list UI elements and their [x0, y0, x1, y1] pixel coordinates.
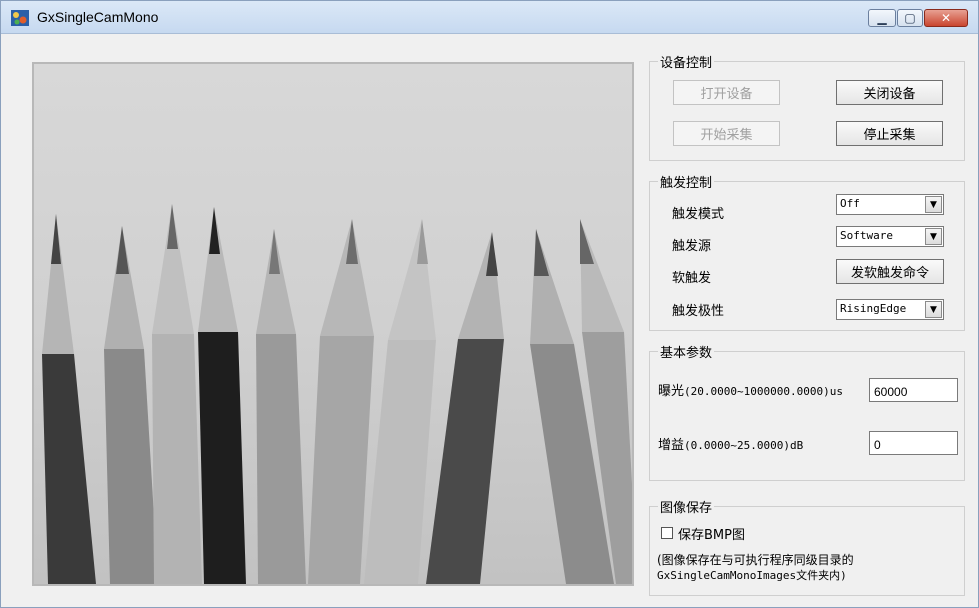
- trigger-mode-select[interactable]: Off ▼: [836, 194, 944, 215]
- gain-label-cn: 增益: [658, 438, 685, 453]
- exposure-input[interactable]: [870, 379, 957, 401]
- trigger-polarity-select[interactable]: RisingEdge ▼: [836, 299, 944, 320]
- device-control-legend: 设备控制: [658, 52, 715, 71]
- trigger-source-value: Software: [840, 229, 893, 242]
- basic-params-group: 基本参数 曝光(20.0000~1000000.0000)us 增益(0.000…: [649, 342, 965, 481]
- soft-trigger-label: 软触发: [672, 271, 712, 286]
- save-bmp-text: 保存BMP图: [678, 528, 745, 543]
- gain-input[interactable]: [870, 432, 957, 454]
- camera-image: [34, 64, 632, 584]
- gain-range: (0.0000~25.0000)dB: [684, 439, 804, 452]
- maximize-icon: ▢: [904, 11, 916, 25]
- basic-params-legend: 基本参数: [658, 342, 715, 361]
- gain-label: 增益(0.0000~25.0000)dB: [658, 434, 803, 453]
- save-bmp-label[interactable]: 保存BMP图: [678, 524, 745, 543]
- maximize-button[interactable]: ▢: [897, 9, 923, 27]
- trigger-control-group: 触发控制 触发模式 Off ▼ 触发源 Software ▼ 软触发 发软触发命…: [649, 172, 965, 331]
- chevron-down-icon[interactable]: ▼: [925, 196, 942, 213]
- trigger-polarity-label: 触发极性: [672, 304, 725, 319]
- close-device-button[interactable]: 关闭设备: [836, 80, 943, 105]
- chevron-down-icon[interactable]: ▼: [925, 301, 942, 318]
- stop-capture-button[interactable]: 停止采集: [836, 121, 943, 146]
- window-title: GxSingleCamMono: [37, 9, 159, 25]
- save-bmp-checkbox[interactable]: [661, 527, 673, 539]
- image-save-group: 图像保存 保存BMP图 (图像保存在与可执行程序同级目录的 GxSingleCa…: [649, 497, 965, 596]
- exposure-input-box[interactable]: [869, 378, 958, 402]
- save-note-line2: GxSingleCamMonoImages文件夹内): [657, 569, 847, 582]
- app-window: GxSingleCamMono ▁ ▢ ✕ 设备控制 打开设备 关闭设备 开始采…: [0, 0, 979, 608]
- exposure-label: 曝光(20.0000~1000000.0000)us: [658, 380, 843, 399]
- gain-input-box[interactable]: [869, 431, 958, 455]
- exposure-range: (20.0000~1000000.0000)us: [684, 385, 843, 398]
- exposure-label-cn: 曝光: [658, 384, 685, 399]
- trigger-mode-label: 触发模式: [672, 207, 725, 222]
- trigger-source-select[interactable]: Software ▼: [836, 226, 944, 247]
- save-note-line1: (图像保存在与可执行程序同级目录的: [657, 553, 854, 567]
- trigger-control-legend: 触发控制: [658, 172, 715, 191]
- trigger-mode-value: Off: [840, 197, 860, 210]
- title-bar[interactable]: GxSingleCamMono ▁ ▢ ✕: [1, 1, 978, 34]
- start-capture-button[interactable]: 开始采集: [673, 121, 780, 146]
- minimize-icon: ▁: [877, 11, 887, 25]
- camera-preview: [32, 62, 634, 586]
- send-soft-trigger-button[interactable]: 发软触发命令: [836, 259, 944, 284]
- open-device-button[interactable]: 打开设备: [673, 80, 780, 105]
- trigger-polarity-value: RisingEdge: [840, 302, 907, 315]
- close-window-button[interactable]: ✕: [924, 9, 968, 27]
- trigger-source-label: 触发源: [672, 239, 712, 254]
- image-save-legend: 图像保存: [658, 497, 715, 516]
- minimize-button[interactable]: ▁: [868, 9, 896, 27]
- device-control-group: 设备控制 打开设备 关闭设备 开始采集 停止采集: [649, 52, 965, 161]
- chevron-down-icon[interactable]: ▼: [925, 228, 942, 245]
- close-icon: ✕: [940, 11, 952, 25]
- app-icon: [11, 10, 29, 26]
